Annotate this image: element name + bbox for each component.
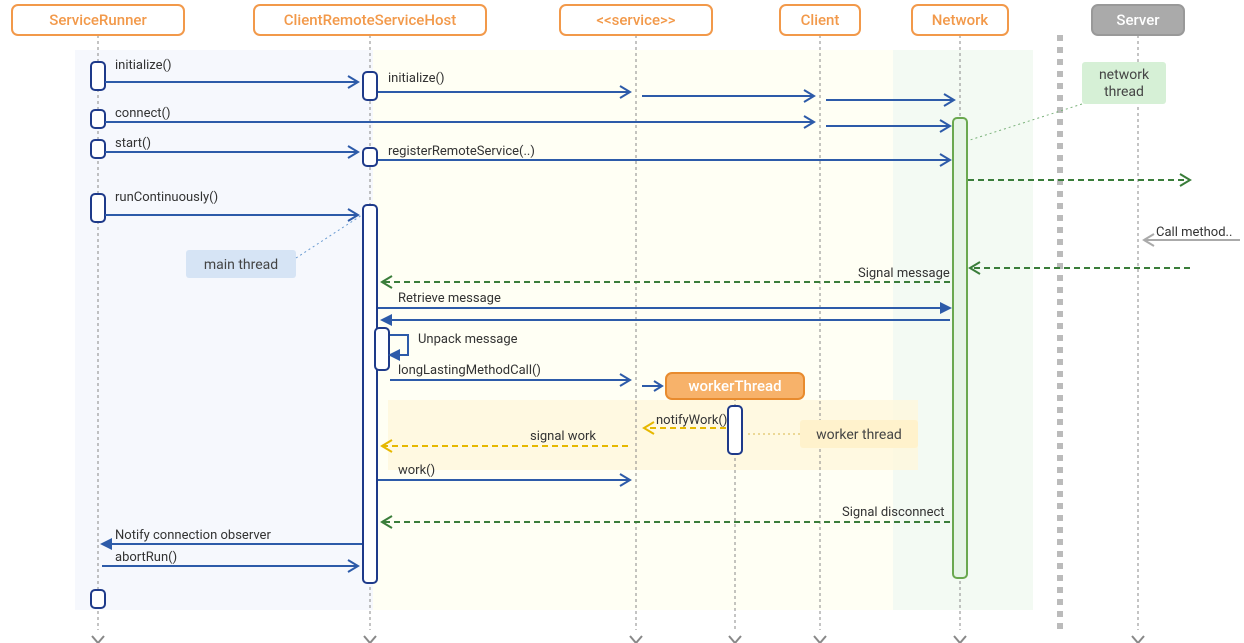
activation-host-unpack — [375, 328, 389, 370]
msg-initialize-host: initialize() — [388, 71, 445, 86]
activation-workerthread — [728, 406, 742, 454]
svg-text:workerThread: workerThread — [688, 377, 781, 395]
svg-text:worker thread: worker thread — [816, 427, 902, 443]
participant-client: Client — [780, 5, 860, 35]
msg-signalwork: signal work — [530, 429, 596, 444]
msg-callmethod: Call method.. — [1156, 225, 1232, 240]
msg-connect: connect() — [115, 106, 171, 121]
participant-clientremoteservicehost: ClientRemoteServiceHost — [254, 5, 486, 35]
msg-start: start() — [115, 136, 151, 151]
activation-host-main — [363, 205, 377, 583]
msg-initialize-self: initialize() — [115, 58, 172, 73]
activation-sr-init — [91, 62, 105, 90]
zone-main-thread — [75, 50, 373, 610]
activation-host-register — [363, 148, 377, 166]
msg-runcontinuously: runContinuously() — [115, 190, 218, 205]
msg-abortrun: abortRun() — [115, 550, 177, 565]
svg-text:network: network — [1099, 67, 1150, 83]
participant-workerthread: workerThread — [666, 373, 804, 399]
msg-work: work() — [398, 463, 435, 478]
svg-text:ClientRemoteServiceHost: ClientRemoteServiceHost — [284, 11, 456, 29]
msg-unpack: Unpack message — [418, 332, 518, 347]
activation-network — [953, 118, 967, 578]
svg-text:ServiceRunner: ServiceRunner — [49, 11, 147, 29]
sequence-diagram: ServiceRunner ClientRemoteServiceHost <<… — [0, 0, 1244, 643]
svg-text:Network: Network — [932, 11, 989, 29]
participant-server: Server — [1092, 5, 1184, 35]
svg-text:main thread: main thread — [204, 257, 278, 273]
svg-text:Client: Client — [801, 11, 840, 29]
activation-sr-run — [91, 194, 105, 222]
svg-text:thread: thread — [1104, 84, 1144, 100]
msg-notifywork: notifyWork() — [656, 413, 727, 428]
activation-sr-start — [91, 140, 105, 158]
msg-signaldisconnect: Signal disconnect — [842, 505, 945, 520]
svg-text:<<service>>: <<service>> — [596, 11, 675, 29]
msg-signalmessage: Signal message — [858, 266, 950, 281]
msg-longcall: longLastingMethodCall() — [398, 363, 541, 378]
msg-notifyobserver: Notify connection observer — [115, 528, 271, 543]
participant-servicerunner: ServiceRunner — [12, 5, 184, 35]
zone-mid — [373, 50, 893, 610]
activation-sr-end — [91, 590, 105, 608]
activation-sr-connect — [91, 110, 105, 128]
svg-text:Server: Server — [1116, 11, 1160, 29]
msg-register: registerRemoteService(..) — [388, 144, 535, 159]
msg-retrieve: Retrieve message — [398, 291, 501, 306]
participant-service: <<service>> — [560, 5, 712, 35]
activation-host-init — [363, 72, 377, 100]
svg-text:initialize(): initialize() — [115, 58, 172, 73]
participant-network: Network — [912, 5, 1008, 35]
